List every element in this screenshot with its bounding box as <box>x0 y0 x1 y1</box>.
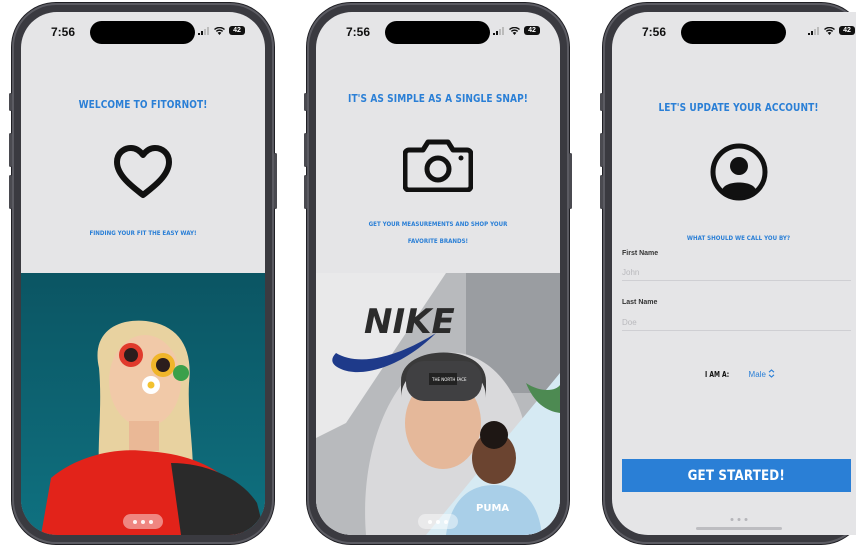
northface-logo-text: THE NORTH FACE <box>431 377 467 382</box>
wifi-icon <box>824 26 835 35</box>
volume-up-button <box>9 133 12 167</box>
battery-icon: 42 <box>839 26 855 35</box>
mute-switch <box>9 93 12 111</box>
side-button <box>274 153 277 209</box>
status-time: 7:56 <box>642 25 667 39</box>
last-name-label: Last Name <box>622 299 658 306</box>
status-bar: 7:56 42 <box>612 12 856 56</box>
phone-welcome: 7:56 42 WELCOME TO FITORNOT! FINDING YOU… <box>9 3 277 544</box>
volume-up-button <box>600 133 603 167</box>
first-name-input[interactable] <box>622 264 851 281</box>
home-indicator[interactable] <box>695 527 782 530</box>
phone-snap: 7:56 42 IT'S AS SIMPLE AS A SINGLE SNAP! <box>304 3 572 544</box>
phone-account: 7:56 42 LET'S UPDATE YOUR ACCOUNT! WHAT … <box>600 3 856 544</box>
dynamic-island <box>681 21 786 44</box>
status-icons: 42 <box>493 26 540 35</box>
side-button <box>569 153 572 209</box>
page-dot <box>744 518 747 521</box>
volume-down-button <box>304 175 307 209</box>
tagline: WHAT SHOULD WE CALL YOU BY? <box>686 234 791 242</box>
status-icons: 42 <box>198 26 245 35</box>
tagline: FINDING YOUR FIT THE EASY WAY! <box>89 229 197 237</box>
tagline-line-1: GET YOUR MEASUREMENTS AND SHOP YOUR <box>368 220 508 228</box>
page-dot <box>444 519 448 524</box>
wifi-icon <box>214 26 225 35</box>
gender-picker[interactable]: Male <box>749 369 776 379</box>
page-title: WELCOME TO FITORNOT! <box>78 98 208 111</box>
volume-up-button <box>304 133 307 167</box>
user-avatar-icon <box>710 143 767 201</box>
battery-icon: 42 <box>229 26 245 35</box>
status-time: 7:56 <box>51 25 76 39</box>
heart-icon <box>114 145 172 198</box>
page-dot <box>730 518 733 521</box>
hero-photo <box>21 273 265 535</box>
cellular-signal-icon <box>493 26 504 35</box>
mute-switch <box>304 93 307 111</box>
last-name-input[interactable] <box>622 314 851 331</box>
volume-down-button <box>600 175 603 209</box>
page-dot <box>133 519 137 524</box>
gender-value: Male <box>748 370 766 379</box>
page-indicator[interactable] <box>730 518 747 521</box>
status-icons: 42 <box>808 26 855 35</box>
cellular-signal-icon <box>808 26 819 35</box>
welcome-screen: 7:56 42 WELCOME TO FITORNOT! FINDING YOU… <box>21 12 265 535</box>
gender-label: I AM A: <box>704 370 730 379</box>
tagline: GET YOUR MEASUREMENTS AND SHOP YOUR FAVO… <box>348 216 528 250</box>
gender-row: I AM A: Male <box>612 364 856 382</box>
get-started-button[interactable]: GET STARTED! <box>622 459 851 492</box>
chevron-up-down-icon <box>768 369 775 378</box>
status-bar: 7:56 42 <box>316 12 560 56</box>
puma-logo-text: PUMA <box>476 503 509 514</box>
page-dot <box>149 519 153 524</box>
account-screen: 7:56 42 LET'S UPDATE YOUR ACCOUNT! WHAT … <box>612 12 856 535</box>
page-indicator[interactable] <box>418 514 458 529</box>
dynamic-island <box>90 21 195 44</box>
first-name-label: First Name <box>622 250 659 257</box>
snap-screen: 7:56 42 IT'S AS SIMPLE AS A SINGLE SNAP! <box>316 12 560 535</box>
page-dot <box>428 519 432 524</box>
page-indicator[interactable] <box>123 514 163 529</box>
camera-icon <box>403 139 473 192</box>
fashion-model-image <box>21 273 265 535</box>
status-time: 7:56 <box>346 25 371 39</box>
cellular-signal-icon <box>198 26 209 35</box>
get-started-label: GET STARTED! <box>687 467 786 484</box>
tagline-line-2: FAVORITE BRANDS! <box>407 237 469 245</box>
page-dot <box>141 519 145 524</box>
nike-logo-text: NIKE <box>364 302 455 342</box>
dynamic-island <box>385 21 490 44</box>
mute-switch <box>600 93 603 111</box>
page-title: LET'S UPDATE YOUR ACCOUNT! <box>658 101 819 114</box>
battery-icon: 42 <box>524 26 540 35</box>
page-dot <box>737 518 740 521</box>
page-dot <box>436 519 440 524</box>
status-bar: 7:56 42 <box>21 12 265 56</box>
brand-collage: NIKE THE NORTH FACE PUMA <box>316 273 560 535</box>
brand-collage-image: NIKE THE NORTH FACE PUMA <box>316 273 560 535</box>
volume-down-button <box>9 175 12 209</box>
page-title: IT'S AS SIMPLE AS A SINGLE SNAP! <box>348 92 528 105</box>
wifi-icon <box>509 26 520 35</box>
